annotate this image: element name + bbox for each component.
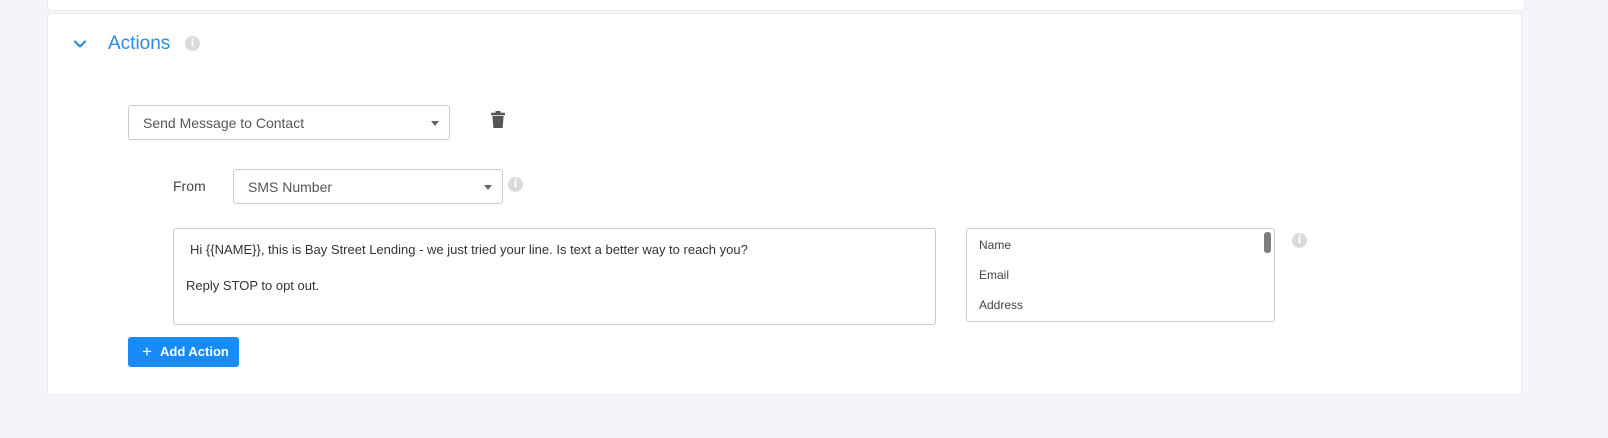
- info-icon[interactable]: i: [1292, 233, 1307, 248]
- action-type-select[interactable]: Send Message to Contact: [128, 105, 450, 140]
- actions-panel: [47, 13, 1522, 395]
- merge-field-option[interactable]: Address: [979, 298, 1023, 312]
- from-number-select[interactable]: SMS Number: [233, 169, 503, 204]
- scrollbar-thumb[interactable]: [1264, 232, 1271, 253]
- previous-section-panel: [47, 0, 1525, 11]
- chevron-down-icon[interactable]: [72, 36, 88, 52]
- info-icon[interactable]: i: [185, 36, 200, 51]
- message-textarea[interactable]: Hi {{NAME}}, this is Bay Street Lending …: [173, 228, 936, 325]
- caret-down-icon: [484, 185, 492, 190]
- section-title: Actions: [108, 33, 171, 54]
- merge-field-option[interactable]: Email: [979, 268, 1009, 282]
- add-action-button[interactable]: + Add Action: [128, 337, 239, 367]
- action-type-value: Send Message to Contact: [143, 115, 305, 131]
- message-line: Reply STOP to opt out.: [186, 278, 320, 293]
- merge-field-option[interactable]: Name: [979, 238, 1011, 252]
- from-number-value: SMS Number: [248, 179, 333, 195]
- add-action-label: Add Action: [160, 344, 229, 359]
- trash-icon[interactable]: [491, 111, 505, 128]
- info-icon[interactable]: i: [508, 177, 523, 192]
- from-label: From: [173, 178, 206, 194]
- message-line: Hi {{NAME}}, this is Bay Street Lending …: [190, 242, 748, 257]
- plus-icon: +: [142, 342, 152, 361]
- caret-down-icon: [431, 121, 439, 126]
- merge-field-list[interactable]: Name Email Address: [966, 228, 1275, 322]
